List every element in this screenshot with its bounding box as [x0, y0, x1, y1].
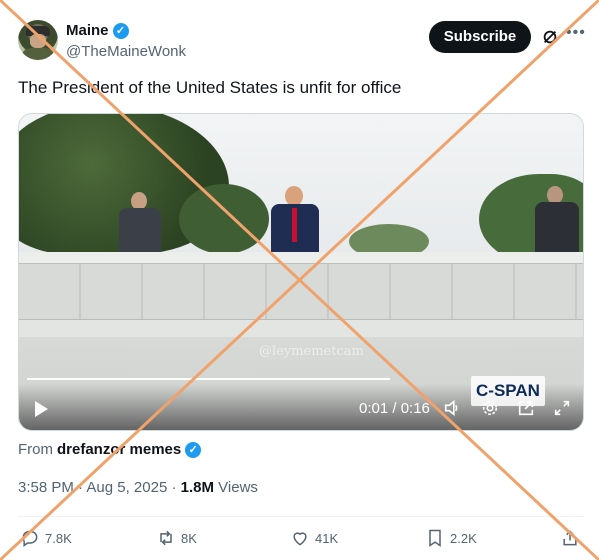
share-button[interactable]: [560, 528, 580, 548]
repost-button[interactable]: 8K: [156, 528, 197, 548]
divider: [18, 516, 584, 517]
settings-gear-icon[interactable]: [481, 399, 499, 417]
display-name[interactable]: Maine: [66, 22, 109, 39]
fullscreen-icon[interactable]: [553, 399, 571, 417]
source-prefix: From: [18, 441, 53, 458]
avatar-face: [30, 34, 46, 48]
repost-count: 8K: [181, 530, 197, 546]
views-count: 1.8M: [180, 479, 214, 496]
like-count: 41K: [315, 530, 339, 546]
tweet-header: Maine ✓ @TheMaineWonk Subscribe •••: [18, 18, 588, 66]
avatar-shirt: [21, 48, 55, 60]
repost-icon: [160, 530, 172, 546]
handle[interactable]: @TheMaineWonk: [66, 43, 186, 60]
volume-icon[interactable]: [443, 399, 461, 417]
video-time: 0:01 / 0:16: [359, 400, 430, 417]
reply-button[interactable]: 7.8K: [20, 528, 72, 548]
bookmark-count: 2.2K: [450, 530, 477, 546]
more-options-icon[interactable]: •••: [566, 24, 586, 42]
video-tree-mid: [179, 184, 269, 254]
name-row: Maine ✓: [66, 22, 129, 39]
video-watermark: @leymemetcam: [259, 344, 364, 359]
heart-icon: [293, 532, 307, 546]
reply-icon: [22, 530, 38, 547]
source-verified-badge-icon: ✓: [185, 441, 202, 458]
action-bar: 7.8K 8K 41K 2.2K: [20, 528, 584, 550]
avatar[interactable]: [18, 20, 58, 60]
share-icon: [563, 530, 577, 546]
play-icon[interactable]: [35, 401, 48, 417]
source-name[interactable]: drefanzor memes: [57, 441, 181, 458]
video-player[interactable]: @leymemetcam C-SPAN 0:01 / 0:16: [18, 113, 584, 431]
tweet-meta: 3:58 PM · Aug 5, 2025 · 1.8M Views: [18, 479, 258, 496]
reply-count: 7.8K: [45, 530, 72, 546]
source-attribution: From drefanzor memes ✓: [18, 441, 202, 458]
video-ledge: [19, 252, 583, 264]
video-progress-bar[interactable]: [27, 378, 390, 380]
meta-separator-2: ·: [171, 479, 177, 496]
tweet-text: The President of the United States is un…: [18, 78, 402, 97]
verified-badge-icon: ✓: [112, 22, 129, 39]
grok-icon[interactable]: [541, 28, 559, 46]
video-lower-ledge: [19, 319, 583, 337]
subscribe-button[interactable]: Subscribe: [429, 21, 531, 53]
bookmark-icon: [429, 529, 441, 547]
meta-separator: ·: [78, 479, 84, 496]
post-time[interactable]: 3:58 PM: [18, 479, 74, 496]
views-label: Views: [218, 479, 258, 496]
post-date[interactable]: Aug 5, 2025: [86, 479, 167, 496]
bookmark-button[interactable]: 2.2K: [425, 528, 477, 548]
pop-out-icon[interactable]: [517, 399, 535, 417]
like-button[interactable]: 41K: [290, 528, 338, 548]
video-railing: [19, 264, 583, 319]
